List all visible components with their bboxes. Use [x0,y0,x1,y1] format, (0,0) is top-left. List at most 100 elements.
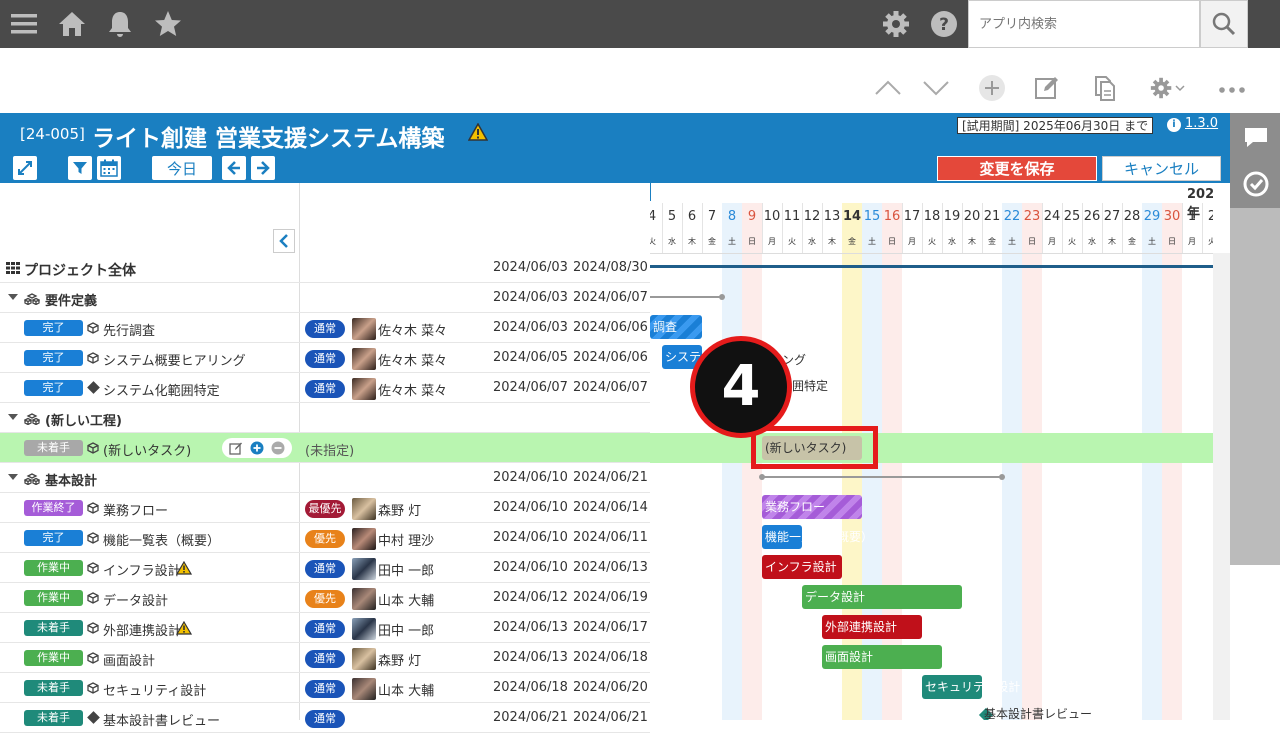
status-badge[interactable]: 作業終了 [24,500,83,516]
save-changes-button[interactable]: 変更を保存 [937,156,1097,181]
cube-icon [87,562,99,574]
status-badge[interactable]: 完了 [24,320,83,336]
highlight-box [751,426,878,469]
gantt-bar[interactable]: 外部連携設計 [822,615,922,639]
home-icon[interactable] [56,8,88,40]
task-name: 機能一覧表（概要） [103,534,221,549]
more-options-button[interactable] [1216,72,1248,104]
gantt-bar[interactable]: 画面設計 [822,645,942,669]
gantt-bar[interactable]: セキュリティ設計 [922,675,1020,699]
start-date: 2024/06/10 [493,530,568,545]
task-row[interactable]: 完了 機能一覧表（概要） 優先 中村 理沙 2024/06/10 2024/06… [0,523,650,553]
expand-button[interactable] [13,156,37,180]
day-number: 30 [1163,209,1181,224]
status-badge[interactable]: 作業中 [24,590,83,606]
status-badge[interactable]: 完了 [24,530,83,546]
gantt-vertical-scrollbar[interactable] [1213,253,1230,720]
previous-button[interactable] [222,156,246,180]
end-date: 2024/06/14 [573,500,648,515]
expand-arrows-icon [18,161,32,175]
day-weekday: 金 [708,237,716,246]
task-group-row[interactable]: 基本設計 2024/06/10 2024/06/21 [0,463,650,493]
status-badge[interactable]: 完了 [24,380,83,396]
task-name: セキュリティ設計 [103,684,207,699]
caret-down-icon[interactable] [8,414,18,420]
add-circle-icon[interactable] [250,441,264,455]
cancel-button[interactable]: キャンセル [1102,156,1221,181]
day-number: 26 [1083,209,1101,224]
end-date: 2024/06/21 [573,470,648,485]
sunday-column [1162,253,1182,720]
cube-icon [87,442,99,454]
arrow-right-icon [257,161,270,175]
help-icon[interactable]: ? [928,8,960,40]
task-row-selected[interactable]: 未着手 (新しいタスク) (未指定) [0,433,650,463]
gantt-bar[interactable]: データ設計 [802,585,962,609]
priority-badge: 通常 [305,350,345,368]
history-icon[interactable] [1242,170,1270,198]
app-search-input[interactable] [968,0,1200,48]
project-summary-bar [650,265,1213,268]
status-badge[interactable]: 作業中 [24,650,83,666]
comment-icon[interactable] [1242,123,1270,151]
today-button[interactable]: 今日 [152,156,212,180]
gantt-bar[interactable]: 機能一覧表（概要） [762,525,873,549]
cubes-icon [24,413,40,425]
status-badge[interactable]: 完了 [24,350,83,366]
priority-badge: 通常 [305,380,345,398]
copy-button[interactable] [1088,72,1120,104]
status-badge[interactable]: 未着手 [24,440,83,456]
edit-button[interactable] [1031,72,1063,104]
task-row[interactable]: 未着手 セキュリティ設計 通常 山本 大輔 2024/06/18 2024/06… [0,673,650,703]
move-up-button[interactable] [872,72,904,104]
task-row[interactable]: 完了 システム化範囲特定 通常 佐々木 菜々 2024/06/07 2024/0… [0,373,650,403]
caret-down-icon[interactable] [8,474,18,480]
status-badge[interactable]: 作業中 [24,560,83,576]
gantt-bar[interactable]: インフラ設計 [762,555,842,579]
gantt-bar[interactable]: 調査 [650,315,702,339]
task-row[interactable]: 未着手 基本設計書レビュー 通常 2024/06/21 2024/06/21 [0,703,650,733]
row-actions [222,438,292,458]
next-button[interactable] [251,156,275,180]
filter-button[interactable] [68,156,92,180]
edit-icon[interactable] [229,441,243,455]
status-badge[interactable]: 未着手 [24,620,83,636]
saturday-column [1002,253,1022,720]
task-row[interactable]: 作業中 データ設計 優先 山本 大輔 2024/06/12 2024/06/19 [0,583,650,613]
record-settings-button[interactable] [1144,72,1190,104]
task-row[interactable]: 作業終了 業務フロー 最優先 森野 灯 2024/06/10 2024/06/1… [0,493,650,523]
task-row[interactable]: 作業中 画面設計 通常 森野 灯 2024/06/13 2024/06/18 [0,643,650,673]
assignee-name: 田中 一郎 [378,564,435,579]
calendar-button[interactable] [97,156,121,180]
settings-gear-icon[interactable] [880,8,912,40]
day-weekday: 月 [1188,237,1196,246]
cube-icon [87,592,99,604]
caret-down-icon[interactable] [8,294,18,300]
add-button[interactable] [976,72,1008,104]
version-link[interactable]: 1.3.0 [1185,116,1218,131]
gantt-bar[interactable]: 業務フロー [762,495,862,519]
priority-badge: 優先 [305,530,345,548]
task-row[interactable]: 未着手 外部連携設計 通常 田中 一郎 2024/06/13 2024/06/1… [0,613,650,643]
status-badge[interactable]: 未着手 [24,710,83,726]
task-row[interactable]: 完了 システム概要ヒアリング 通常 佐々木 菜々 2024/06/05 2024… [0,343,650,373]
priority-badge: 通常 [305,680,345,698]
assignee-name: 佐々木 菜々 [378,354,448,369]
collapse-panel-button[interactable] [273,229,295,253]
task-row[interactable]: 作業中 インフラ設計 通常 田中 一郎 2024/06/10 2024/06/1… [0,553,650,583]
move-down-button[interactable] [920,72,952,104]
cube-icon [87,652,99,664]
status-badge[interactable]: 未着手 [24,680,83,696]
remove-circle-icon[interactable] [271,441,285,455]
task-group-row[interactable]: (新しい工程) [0,403,650,433]
day-number: 27 [1103,209,1121,224]
search-button[interactable] [1200,0,1248,48]
menu-icon[interactable] [8,8,40,40]
filter-icon [73,162,87,174]
bell-icon[interactable] [104,8,136,40]
day-number: 11 [783,209,801,224]
task-row-project[interactable]: プロジェクト全体 2024/06/03 2024/08/30 [0,253,650,283]
task-group-row[interactable]: 要件定義 2024/06/03 2024/06/07 [0,283,650,313]
star-icon[interactable] [152,8,184,40]
task-row[interactable]: 完了 先行調査 通常 佐々木 菜々 2024/06/03 2024/06/06 [0,313,650,343]
